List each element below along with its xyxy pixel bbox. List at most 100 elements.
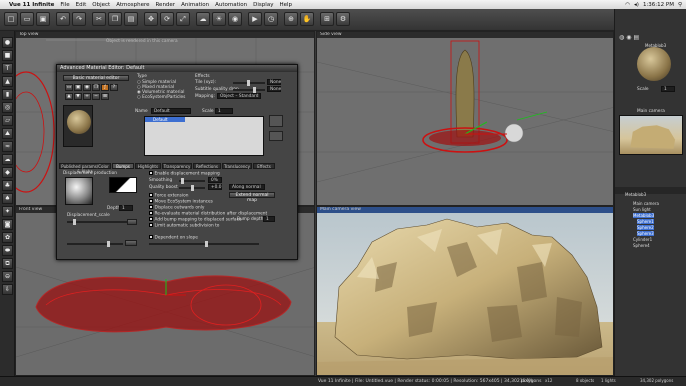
tree-item[interactable]: Cylinder1 — [633, 237, 652, 242]
cube-tool-icon[interactable]: ■ — [2, 50, 13, 61]
camera-icon[interactable]: ◉ — [228, 12, 242, 26]
clock[interactable]: 1:36:12 PM — [643, 2, 674, 8]
animate-icon[interactable]: ◷ — [264, 12, 278, 26]
tab-effects[interactable]: Effects — [253, 163, 275, 169]
sun-icon[interactable]: ☀ — [212, 12, 226, 26]
camera-thumbnail[interactable] — [619, 115, 683, 155]
cylinder-tool-icon[interactable]: ▮ — [2, 89, 13, 100]
basic-material-editor-button[interactable]: Basic material editor — [63, 75, 129, 81]
camera-tool-icon[interactable]: ◙ — [2, 219, 13, 230]
side-view-viewport[interactable]: Side view — [316, 31, 614, 206]
bottom-button[interactable] — [125, 240, 137, 246]
cut-icon[interactable]: ✂ — [92, 12, 106, 26]
copy-material-icon[interactable]: ❐ — [92, 84, 100, 91]
grid-icon[interactable]: ⊞ — [101, 93, 109, 100]
menu-atmosphere[interactable]: Atmosphere — [113, 2, 152, 8]
import-tool-icon[interactable]: ⇩ — [2, 284, 13, 295]
torus-tool-icon[interactable]: ◎ — [2, 102, 13, 113]
plant-tool-icon[interactable]: ♣ — [2, 180, 13, 191]
option-force-extension[interactable]: Force extension — [149, 193, 188, 198]
checkbox-icon[interactable] — [149, 223, 153, 227]
menu-display[interactable]: Display — [250, 2, 276, 8]
extend-normal-map-button[interactable]: Extend normal map — [229, 192, 275, 203]
menu-automation[interactable]: Automation — [212, 2, 250, 8]
cloud-tool-icon[interactable]: ☁ — [2, 154, 13, 165]
displacement-direction-select[interactable]: Along normal — [229, 184, 265, 190]
rock-tool-icon[interactable]: ◆ — [2, 167, 13, 178]
add-layer-icon[interactable]: + — [83, 93, 91, 100]
layer-up-icon[interactable]: ▲ — [65, 93, 73, 100]
layer-list[interactable]: Default — [144, 116, 264, 156]
tab-color-alpha[interactable]: Published params/Color & Alpha — [59, 163, 111, 174]
open-icon[interactable]: ▭ — [20, 12, 34, 26]
undo-icon[interactable]: ↶ — [56, 12, 70, 26]
quality-boost-slider[interactable] — [179, 185, 205, 191]
bump-depth-input[interactable]: 1 — [263, 216, 275, 222]
function-graph-icon[interactable]: ƒ — [101, 84, 109, 91]
text-tool-icon[interactable]: T — [2, 63, 13, 74]
scale-field[interactable]: 1 — [661, 86, 675, 92]
water-tool-icon[interactable]: ≈ — [2, 141, 13, 152]
tab-highlights[interactable]: Highlights — [135, 163, 161, 169]
render-icon[interactable]: ▶ — [248, 12, 262, 26]
tree-item[interactable]: Main camera — [633, 201, 659, 206]
tree-item[interactable]: Sphere1 — [637, 219, 654, 224]
option-add-bump[interactable]: Add bump mapping to displaced surface — [149, 217, 242, 222]
scale-input[interactable]: 1 — [215, 108, 233, 114]
tile-value[interactable]: None — [267, 79, 281, 85]
options-icon[interactable]: ⚙ — [336, 12, 350, 26]
mapping-select[interactable]: Object – Standard — [217, 93, 261, 99]
terrain-tool-icon[interactable]: ⛰ — [2, 128, 13, 139]
menu-render[interactable]: Render — [152, 2, 178, 8]
remove-layer-icon[interactable]: − — [92, 93, 100, 100]
spotlight-icon[interactable]: ⚲ — [678, 2, 682, 8]
tile-slider[interactable] — [233, 80, 265, 86]
sphere-tool-icon[interactable]: ● — [2, 37, 13, 48]
quality-boost-value[interactable]: +0.0 — [208, 184, 222, 190]
load-material-icon[interactable]: ▭ — [65, 84, 73, 91]
move-icon[interactable]: ✥ — [144, 12, 158, 26]
tree-item[interactable]: Sphere4 — [633, 243, 650, 248]
redo-icon[interactable]: ↷ — [72, 12, 86, 26]
main-camera-viewport[interactable]: Main camera view — [316, 206, 614, 376]
slope-slider[interactable] — [149, 241, 259, 247]
checkbox-icon[interactable] — [149, 171, 153, 175]
tab-bumps[interactable]: Bumps — [112, 163, 134, 169]
checkbox-icon[interactable] — [149, 235, 153, 239]
quality-drop-value[interactable]: None — [267, 86, 281, 92]
copy-icon[interactable]: ❐ — [108, 12, 122, 26]
checkbox-icon[interactable] — [149, 217, 153, 221]
wifi-icon[interactable]: ◠ — [625, 2, 630, 8]
rotate-icon[interactable]: ⟳ — [160, 12, 174, 26]
displacement-scale-slider[interactable] — [67, 219, 127, 225]
layers-icon[interactable]: ▤ — [634, 34, 640, 41]
menu-animation[interactable]: Animation — [178, 2, 212, 8]
type-option-ecosystem[interactable]: ○ EcoSystem/Particles — [137, 95, 185, 100]
bottom-slider[interactable] — [67, 241, 123, 247]
displacement-scale-button[interactable] — [127, 219, 137, 225]
checkbox-icon[interactable] — [149, 193, 153, 197]
ecosystem-tool-icon[interactable]: ✿ — [2, 232, 13, 243]
menu-help[interactable]: Help — [276, 2, 295, 8]
boolean-tool-icon[interactable]: ⊖ — [2, 271, 13, 282]
option-move-ecosystem[interactable]: Move EcoSystem instances — [149, 199, 213, 204]
smoothing-slider[interactable] — [179, 178, 205, 184]
tree-tool-icon[interactable]: ♠ — [2, 193, 13, 204]
menu-object[interactable]: Object — [89, 2, 113, 8]
option-reevaluate[interactable]: Re-evaluate material distribution after … — [149, 211, 267, 216]
tree-item[interactable]: Sphere2 — [637, 225, 654, 230]
layer-list-item[interactable]: Default — [145, 117, 185, 122]
material-icon[interactable]: ◉ — [626, 34, 631, 41]
checkbox-icon[interactable] — [149, 205, 153, 209]
tab-reflections[interactable]: Reflections — [193, 163, 221, 169]
layer-down-icon[interactable]: ▼ — [74, 93, 82, 100]
depth-input[interactable]: 1 — [119, 205, 133, 211]
zoom-icon[interactable]: ⊕ — [284, 12, 298, 26]
tree-item[interactable]: Metablob3 — [633, 213, 655, 218]
scale-icon[interactable]: ⤢ — [176, 12, 190, 26]
menu-edit[interactable]: Edit — [73, 2, 90, 8]
menu-file[interactable]: File — [57, 2, 72, 8]
metablob-tool-icon[interactable]: ⬬ — [2, 245, 13, 256]
group-tool-icon[interactable]: ⧉ — [2, 258, 13, 269]
smoothing-value[interactable]: 0% — [208, 177, 222, 183]
